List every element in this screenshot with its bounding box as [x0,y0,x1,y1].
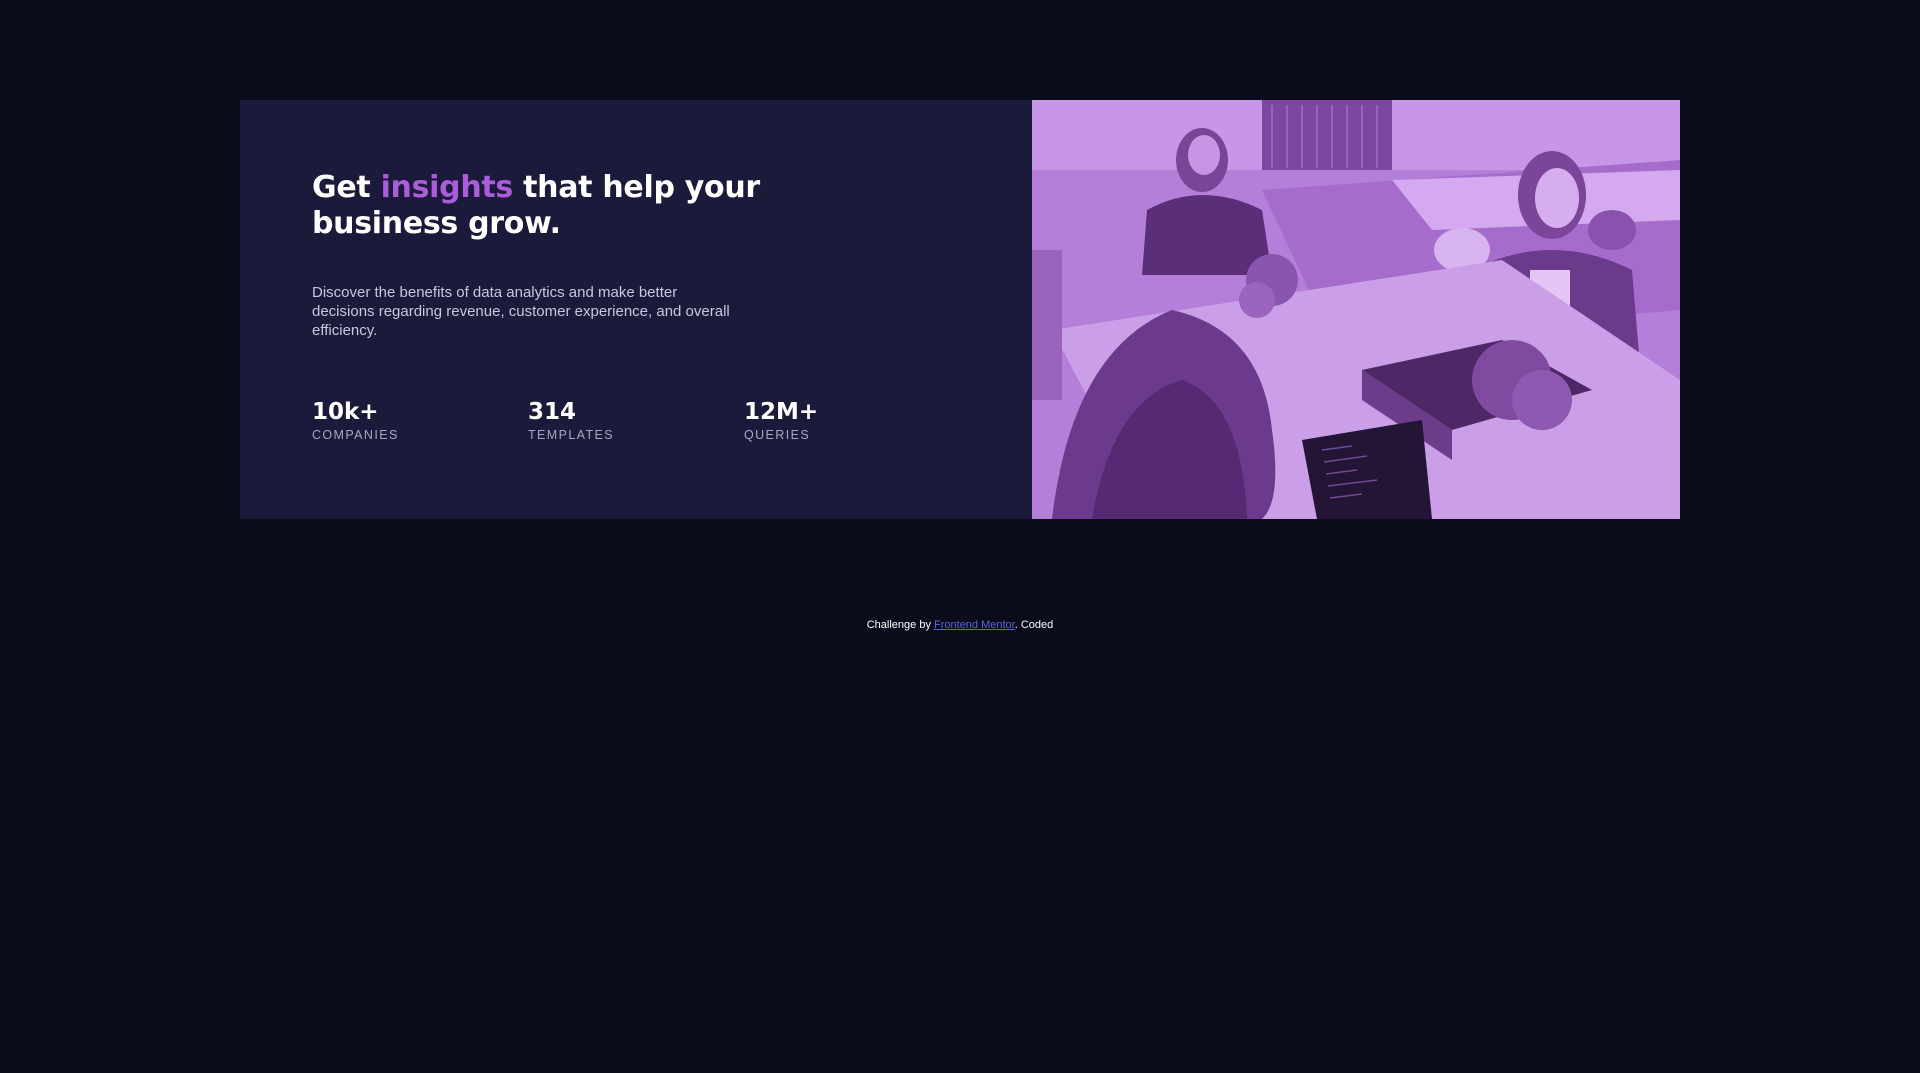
office-photo-illustration [1032,100,1680,519]
stat-label: Queries [744,428,811,442]
stat-queries: 12M+ Queries [744,398,960,442]
attribution-prefix: Challenge by [866,619,935,631]
stat-label: Companies [312,428,399,442]
stat-templates: 314 Templates [528,398,744,442]
stat-value: 314 [528,399,577,425]
description: Discover the benefits of data analytics … [312,284,730,339]
attribution: Challenge by Frontend Mentor. Coded [0,619,1920,631]
stat-companies: 10k+ Companies [312,398,528,442]
headline: Get insights that help your business gro… [312,170,772,242]
headline-start: Get [312,170,381,205]
frontend-mentor-link[interactable]: Frontend Mentor [934,619,1015,631]
stat-value: 10k+ [312,399,379,425]
card-text-section: Get insights that help your business gro… [240,100,1032,519]
stats-preview-card: Get insights that help your business gro… [240,100,1680,519]
attribution-suffix: . Coded [1014,619,1054,631]
stat-value: 12M+ [744,399,819,425]
stat-label: Templates [528,428,614,442]
office-photo [1032,100,1680,519]
headline-accent: insights [380,170,514,205]
stats-row: 10k+ Companies 314 Templates 12M+ Querie… [312,398,960,442]
